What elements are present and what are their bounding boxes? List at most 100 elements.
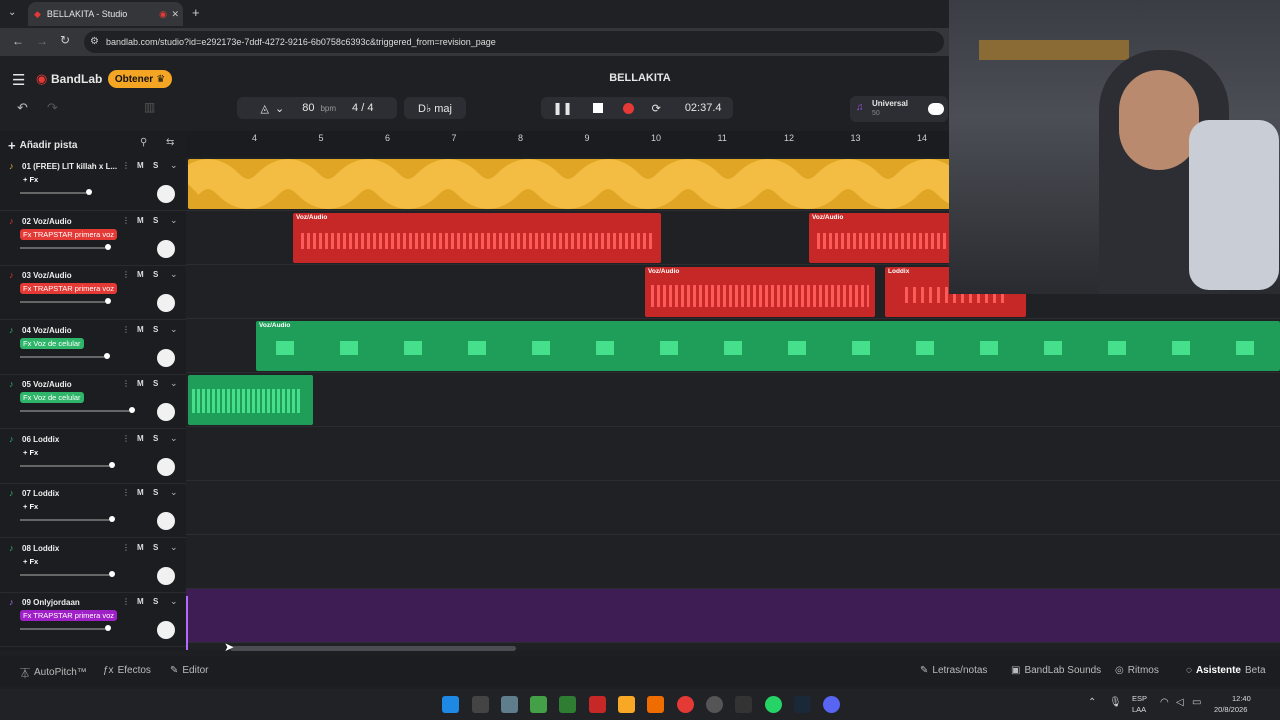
browser-tab[interactable]: ◆ BELLAKITA - Studio ◉ ✕ [28, 2, 183, 26]
steam-icon[interactable] [794, 696, 811, 713]
mute-button[interactable]: M [137, 161, 144, 170]
pan-knob[interactable] [157, 348, 175, 367]
fx-chain-button[interactable]: Fx Voz de celular [20, 392, 84, 403]
game-icon[interactable] [589, 696, 606, 713]
track-header[interactable]: ♪ 04 Voz/Audio ⋮ M S ⌄ Fx Voz de celular [0, 321, 186, 375]
forward-icon[interactable]: → [36, 34, 48, 48]
volume-slider-track[interactable] [20, 519, 109, 521]
universal-toggle[interactable] [928, 103, 944, 115]
hamburger-menu-icon[interactable]: ☰ [12, 71, 25, 89]
volume-slider-handle[interactable] [109, 516, 115, 522]
editor-button[interactable]: ✎ Editor [170, 665, 209, 676]
clip-2a[interactable]: Voz/Audio [293, 213, 661, 263]
file-explorer-icon[interactable] [618, 696, 635, 713]
record-icon[interactable] [622, 102, 634, 114]
brave-icon[interactable] [647, 696, 664, 713]
chevron-down-icon[interactable]: ⌄ [170, 269, 178, 280]
solo-button[interactable]: S [153, 379, 158, 388]
track-menu-icon[interactable]: ⋮ [122, 216, 130, 225]
fx-chain-button[interactable]: + Fx [20, 501, 41, 512]
url-input[interactable]: ⚙ bandlab.com/studio?id=e292173e-7ddf-42… [84, 31, 944, 53]
track-menu-icon[interactable]: ⋮ [122, 161, 130, 170]
solo-button[interactable]: S [153, 161, 158, 170]
volume-slider-track[interactable] [20, 410, 129, 412]
fx-chain-button[interactable]: + Fx [20, 174, 41, 185]
volume-slider-track[interactable] [20, 246, 105, 249]
volume-slider-track[interactable] [20, 192, 86, 194]
volume-slider-handle[interactable] [129, 407, 135, 413]
pan-knob[interactable] [157, 512, 175, 530]
chrome-icon[interactable] [677, 696, 694, 713]
back-icon[interactable]: ← [12, 34, 24, 48]
volume-slider-track[interactable] [20, 628, 105, 630]
get-premium-button[interactable]: Obtener ♛ [108, 70, 172, 88]
mixer-icon[interactable]: ▥ [144, 100, 155, 114]
mute-button[interactable]: M [137, 543, 144, 552]
track-menu-icon[interactable]: ⋮ [122, 325, 130, 334]
chevron-down-icon[interactable]: ⌄ [170, 378, 178, 389]
volume-slider-handle[interactable] [105, 243, 111, 250]
wifi-icon[interactable]: ◠ [1160, 697, 1169, 708]
fx-chain-button[interactable]: Fx TRAPSTAR primera voz [20, 610, 117, 621]
widgets-icon[interactable] [472, 696, 489, 713]
redo-icon[interactable]: ↷ [47, 100, 58, 116]
wand-icon[interactable]: ⚲ [140, 137, 147, 148]
xbox-icon[interactable] [530, 696, 547, 713]
track-menu-icon[interactable]: ⋮ [122, 434, 130, 443]
mute-button[interactable]: M [137, 597, 144, 606]
mute-button[interactable]: M [137, 379, 144, 388]
lane-8[interactable] [186, 535, 1280, 589]
mute-button[interactable]: M [137, 488, 144, 497]
track-name[interactable]: 07 Loddix [22, 489, 59, 498]
store-icon[interactable] [501, 696, 518, 713]
minecraft-icon[interactable] [559, 696, 576, 713]
track-menu-icon[interactable]: ⋮ [122, 543, 130, 552]
solo-button[interactable]: S [153, 325, 158, 334]
horizontal-scrollbar[interactable] [230, 646, 516, 651]
track-name[interactable]: 08 Loddix [22, 544, 59, 553]
pan-knob[interactable] [157, 457, 175, 476]
track-header[interactable]: ♪ 08 Loddix ⋮ M S ⌄ + Fx [0, 539, 186, 593]
time-signature[interactable]: 4 / 4 [352, 102, 373, 114]
fx-chain-button[interactable]: + Fx [20, 556, 41, 567]
fx-chain-button[interactable]: Fx TRAPSTAR primera voz [20, 283, 117, 294]
track-name[interactable]: 03 Voz/Audio [22, 271, 72, 280]
assistant-button[interactable]: ◌ Asistente Beta [1186, 665, 1266, 676]
solo-button[interactable]: S [153, 488, 158, 497]
solo-button[interactable]: S [153, 270, 158, 279]
volume-slider-handle[interactable] [105, 625, 111, 631]
volume-slider-handle[interactable] [109, 570, 115, 577]
capcut-icon[interactable] [735, 696, 752, 713]
pan-knob[interactable] [157, 294, 175, 312]
rhythms-button[interactable]: ◎ Ritmos [1115, 665, 1159, 676]
volume-slider-track[interactable] [20, 301, 105, 303]
volume-slider-handle[interactable] [86, 189, 92, 195]
lyrics-button[interactable]: ✎ Letras/notas [920, 665, 987, 676]
track-header[interactable]: ♪ 01 (FREE) LIT killah x L... ⋮ M S ⌄ + Fx [0, 157, 186, 211]
track-name[interactable]: 09 Onlyjordaan [22, 598, 80, 607]
track-header[interactable]: ♪ 09 Onlyjordaan ⋮ M S ⌄ Fx TRAPSTAR primera v… [0, 593, 186, 647]
chevron-down-icon[interactable]: ⌄ [170, 542, 178, 553]
track-menu-icon[interactable]: ⋮ [122, 488, 130, 497]
solo-button[interactable]: S [153, 216, 158, 225]
clip-3a[interactable]: Voz/Audio [645, 267, 875, 317]
key-button[interactable]: D♭ maj [404, 97, 466, 119]
battery-icon[interactable]: ▭ [1192, 697, 1201, 708]
pan-knob[interactable] [157, 621, 175, 639]
clip-5a[interactable] [188, 375, 313, 425]
chevron-down-icon[interactable]: ⌄ [170, 215, 178, 226]
chevron-down-icon[interactable]: ⌄ [170, 324, 178, 335]
volume-slider-track[interactable] [20, 573, 109, 576]
windows-start-icon[interactable] [442, 696, 459, 713]
close-tab-icon[interactable]: ✕ [171, 9, 179, 20]
volume-icon[interactable]: ◁ [1176, 697, 1184, 708]
fx-chain-button[interactable]: Fx Voz de celular [20, 337, 84, 349]
track-name[interactable]: 05 Voz/Audio [22, 380, 72, 389]
pan-knob[interactable] [157, 566, 175, 585]
language-indicator[interactable]: ESP [1132, 694, 1147, 703]
track-header[interactable]: ♪ 07 Loddix ⋮ M S ⌄ + Fx [0, 484, 186, 538]
lane-6[interactable] [186, 427, 1280, 481]
autopitch-button[interactable]: ⏄ AutoPitch™ [20, 665, 87, 680]
track-header[interactable]: ♪ 06 Loddix ⋮ M S ⌄ + Fx [0, 430, 186, 484]
chevron-down-icon[interactable]: ⌄ [170, 433, 178, 444]
